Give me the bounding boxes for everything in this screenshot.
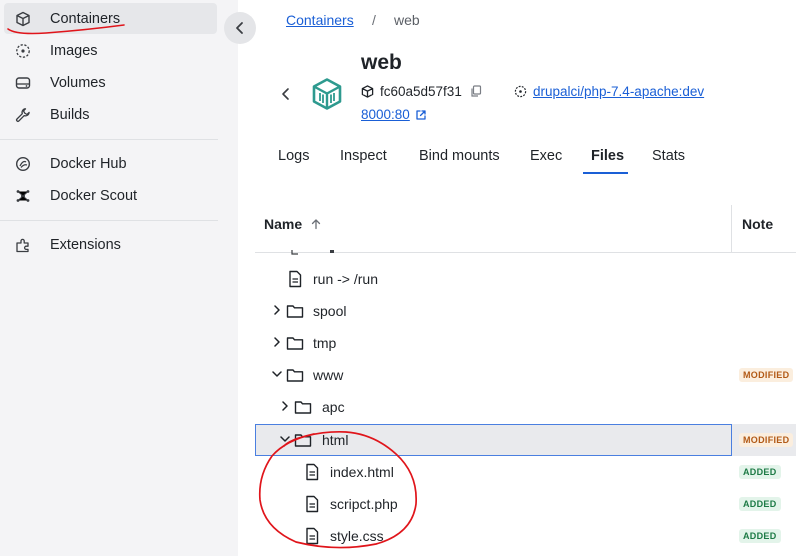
folder-icon — [294, 401, 312, 414]
file-icon — [289, 270, 302, 288]
folder-icon — [286, 369, 304, 382]
status-badge: MODIFIED — [739, 368, 794, 382]
container-name-title: web — [361, 51, 402, 74]
status-badge: MODIFIED — [739, 433, 794, 447]
external-link-icon — [416, 109, 426, 120]
column-header-name-label: Name — [264, 216, 303, 232]
sidebar-item-label: Docker Scout — [50, 187, 138, 204]
hub-icon — [15, 156, 31, 172]
sidebar: Containers Images Volumes Builds Docker … — [0, 0, 238, 556]
puzzle-icon — [16, 238, 29, 253]
tab-bind-mounts[interactable]: Bind mounts — [419, 148, 500, 164]
chevron-right-icon[interactable] — [280, 401, 290, 411]
row-name: tmp — [313, 335, 337, 351]
table-row[interactable]: run -> /run — [255, 263, 796, 295]
red-circle-annotation — [258, 430, 417, 549]
tab-inspect[interactable]: Inspect — [340, 148, 387, 164]
sidebar-item-docker-hub[interactable]: Docker Hub — [4, 148, 217, 179]
image-link[interactable]: drupalci/php-7.4-apache:dev — [533, 84, 704, 99]
sidebar-item-docker-scout[interactable]: Docker Scout — [4, 180, 217, 211]
sidebar-item-builds[interactable]: Builds — [4, 99, 217, 130]
table-row[interactable]: tmp — [255, 327, 796, 359]
sidebar-item-extensions[interactable]: Extensions — [4, 229, 217, 260]
breadcrumb-separator: / — [372, 12, 376, 28]
port-link[interactable]: 8000:80 — [361, 107, 427, 122]
container-image: drupalci/php-7.4-apache:dev — [514, 82, 704, 100]
tab-files[interactable]: Files — [591, 148, 624, 164]
status-badge: ADDED — [739, 529, 781, 543]
sidebar-item-label: Docker Hub — [50, 155, 127, 172]
sidebar-divider — [0, 220, 218, 221]
row-name: apc — [322, 399, 345, 415]
sidebar-item-label: Builds — [50, 106, 90, 123]
table-row[interactable]: spool — [255, 295, 796, 327]
wrench-icon — [15, 108, 30, 122]
chevron-left-icon — [236, 22, 243, 34]
row-name: spool — [313, 303, 347, 319]
sidebar-item-images[interactable]: Images — [4, 35, 217, 66]
table-header — [255, 205, 796, 253]
column-header-note[interactable]: Note — [742, 216, 773, 232]
copy-icon[interactable] — [470, 85, 482, 97]
chevron-down-icon[interactable] — [272, 369, 282, 379]
breadcrumb-current: web — [394, 12, 420, 28]
sidebar-item-label: Volumes — [50, 74, 106, 91]
status-badge: ADDED — [739, 465, 781, 479]
tab-exec[interactable]: Exec — [530, 148, 562, 164]
image-icon — [514, 85, 527, 97]
breadcrumb-containers-link[interactable]: Containers — [286, 12, 354, 28]
images-icon — [16, 44, 30, 58]
chevron-right-icon[interactable] — [272, 337, 282, 347]
red-underline-annotation — [7, 24, 125, 35]
row-name: run -> /run — [313, 271, 378, 287]
sidebar-item-label: Extensions — [50, 236, 121, 253]
folder-icon — [286, 305, 304, 318]
tab-stats[interactable]: Stats — [652, 148, 685, 164]
row-name: www — [313, 367, 344, 383]
volume-icon — [15, 77, 31, 89]
table-row[interactable]: apc — [255, 391, 796, 423]
status-badge: ADDED — [739, 497, 781, 511]
port-text: 8000:80 — [361, 107, 410, 122]
container-icon — [312, 78, 342, 110]
sidebar-divider — [0, 139, 218, 140]
back-chevron-icon[interactable] — [278, 86, 294, 102]
sidebar-item-label: Images — [50, 42, 98, 59]
sidebar-item-volumes[interactable]: Volumes — [4, 67, 217, 98]
chevron-right-icon[interactable] — [272, 305, 282, 315]
container-id-text: fc60a5d57f31 — [380, 83, 462, 99]
container-id: fc60a5d57f31 — [361, 82, 482, 100]
scout-icon — [16, 190, 30, 202]
table-row[interactable]: www MODIFIED — [255, 359, 796, 391]
collapse-sidebar-button[interactable] — [224, 12, 256, 44]
column-divider — [731, 205, 732, 253]
cube-icon — [361, 84, 374, 98]
active-tab-indicator — [583, 172, 628, 174]
partial-row-edge — [291, 250, 334, 255]
tab-logs[interactable]: Logs — [278, 148, 309, 164]
column-header-name[interactable]: Name — [264, 216, 322, 232]
folder-icon — [286, 337, 304, 350]
sort-ascending-icon — [311, 219, 321, 230]
